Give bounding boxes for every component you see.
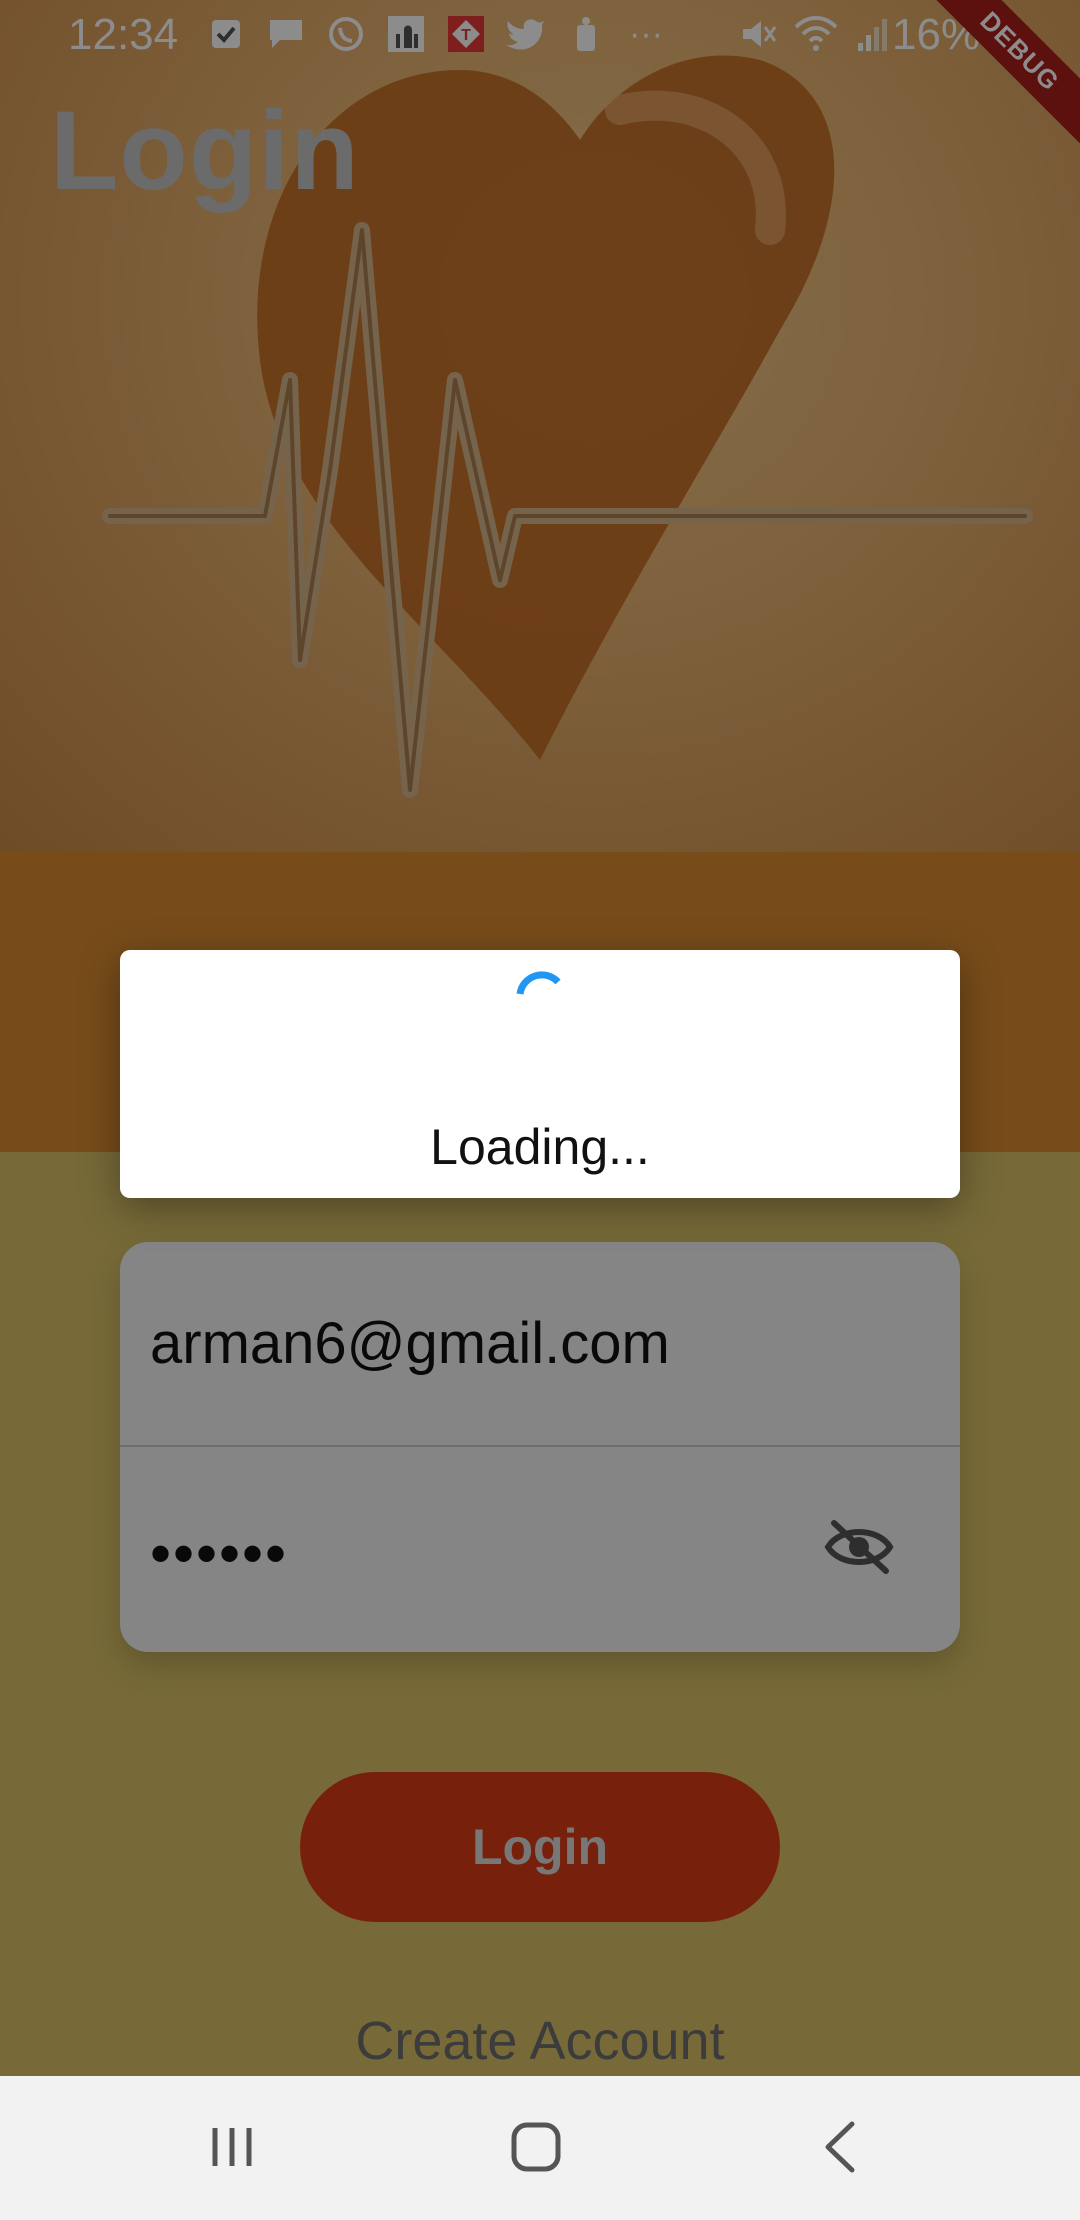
recent-apps-icon[interactable] — [192, 2112, 272, 2182]
navigation-bar — [0, 2076, 1080, 2220]
loading-spinner-icon — [516, 971, 561, 995]
home-icon[interactable] — [496, 2112, 576, 2182]
back-icon[interactable] — [800, 2112, 880, 2182]
loading-message: Loading... — [430, 1119, 650, 1175]
loading-dialog: Loading... — [120, 950, 960, 1198]
